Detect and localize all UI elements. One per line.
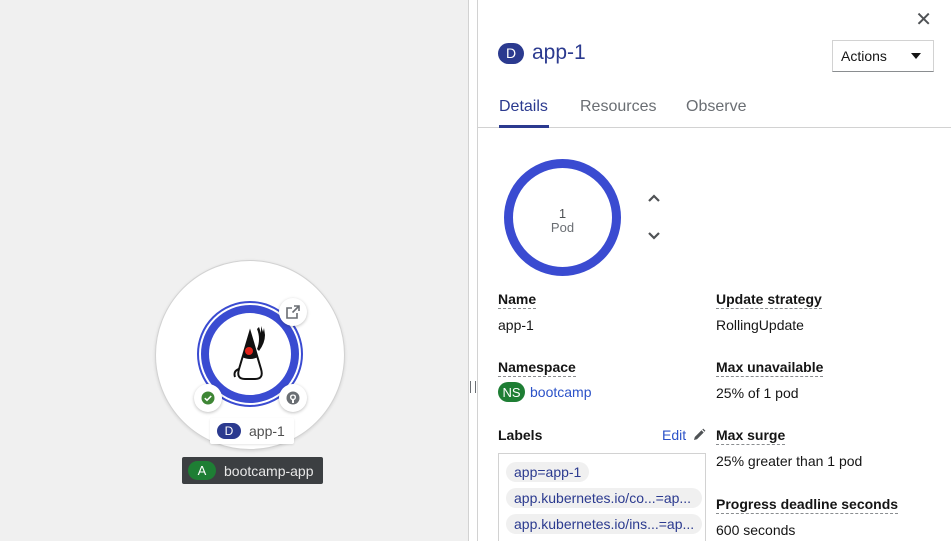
namespace-link[interactable]: NS bootcamp bbox=[498, 382, 591, 402]
deployment-badge: D bbox=[217, 423, 241, 439]
external-link-icon bbox=[286, 305, 300, 319]
tab-details[interactable]: Details bbox=[499, 98, 548, 116]
namespace-badge: NS bbox=[498, 382, 525, 402]
tab-resources[interactable]: Resources bbox=[580, 98, 656, 116]
scale-up-button[interactable] bbox=[646, 190, 662, 206]
drag-handle-icon bbox=[470, 381, 476, 393]
scale-down-button[interactable] bbox=[646, 228, 662, 244]
panel-tabs: Details Resources Observe bbox=[478, 88, 951, 128]
namespace-label: Namespace bbox=[498, 359, 576, 377]
pencil-icon bbox=[694, 428, 706, 440]
application-group-label[interactable]: A bootcamp-app bbox=[182, 457, 323, 484]
progress-deadline-value: 600 seconds bbox=[716, 522, 796, 538]
update-strategy-value: RollingUpdate bbox=[716, 317, 804, 333]
chevron-down-icon bbox=[648, 232, 660, 240]
active-tab-indicator bbox=[499, 125, 549, 128]
label-chip[interactable]: app=app-1 bbox=[506, 462, 590, 482]
node-label[interactable]: D app-1 bbox=[210, 418, 294, 444]
panel-title[interactable]: app-1 bbox=[532, 41, 586, 65]
progress-deadline-label: Progress deadline seconds bbox=[716, 496, 899, 514]
labels-list[interactable]: app=app-1 app.kubernetes.io/co...=ap... … bbox=[498, 453, 706, 541]
name-value: app-1 bbox=[498, 317, 534, 333]
labels-label: Labels bbox=[498, 427, 543, 443]
max-unavailable-label: Max unavailable bbox=[716, 359, 824, 377]
edit-labels-text: Edit bbox=[662, 427, 687, 443]
node-label-text: app-1 bbox=[249, 423, 285, 439]
max-surge-value: 25% greater than 1 pod bbox=[716, 453, 863, 469]
edit-labels-button[interactable]: Edit bbox=[662, 427, 706, 443]
source-repo-decorator[interactable] bbox=[279, 384, 307, 412]
close-panel-button[interactable]: ✕ bbox=[915, 7, 932, 32]
label-chip[interactable]: app.kubernetes.io/ins...=ap... bbox=[506, 514, 702, 534]
namespace-value[interactable]: bootcamp bbox=[530, 384, 591, 400]
pod-count: 1 bbox=[558, 206, 567, 221]
side-panel: ✕ D app-1 Actions Details Resources Obse… bbox=[478, 0, 951, 541]
application-badge: A bbox=[188, 461, 216, 480]
tab-observe[interactable]: Observe bbox=[686, 98, 746, 116]
chevron-up-icon bbox=[648, 194, 660, 202]
check-circle-icon bbox=[201, 391, 215, 405]
label-chip[interactable]: app.kubernetes.io/co...=ap... bbox=[506, 488, 702, 508]
build-status-decorator[interactable] bbox=[194, 384, 222, 412]
open-url-decorator[interactable] bbox=[279, 298, 307, 326]
application-group-label-text: bootcamp-app bbox=[224, 462, 314, 479]
panel-resize-handle[interactable] bbox=[469, 0, 478, 541]
max-surge-label: Max surge bbox=[716, 427, 786, 445]
max-unavailable-value: 25% of 1 pod bbox=[716, 385, 799, 401]
topology-canvas[interactable]: D app-1 A bootcamp-app bbox=[0, 0, 469, 541]
github-icon bbox=[286, 391, 300, 405]
update-strategy-label: Update strategy bbox=[716, 291, 822, 309]
caret-down-icon bbox=[911, 53, 921, 59]
deployment-badge: D bbox=[498, 42, 524, 64]
pod-unit: Pod bbox=[550, 220, 575, 235]
actions-dropdown[interactable]: Actions bbox=[832, 40, 934, 72]
name-label: Name bbox=[498, 291, 537, 309]
close-icon: ✕ bbox=[915, 9, 932, 31]
actions-dropdown-label: Actions bbox=[841, 48, 887, 64]
panel-header: D app-1 bbox=[498, 41, 586, 65]
